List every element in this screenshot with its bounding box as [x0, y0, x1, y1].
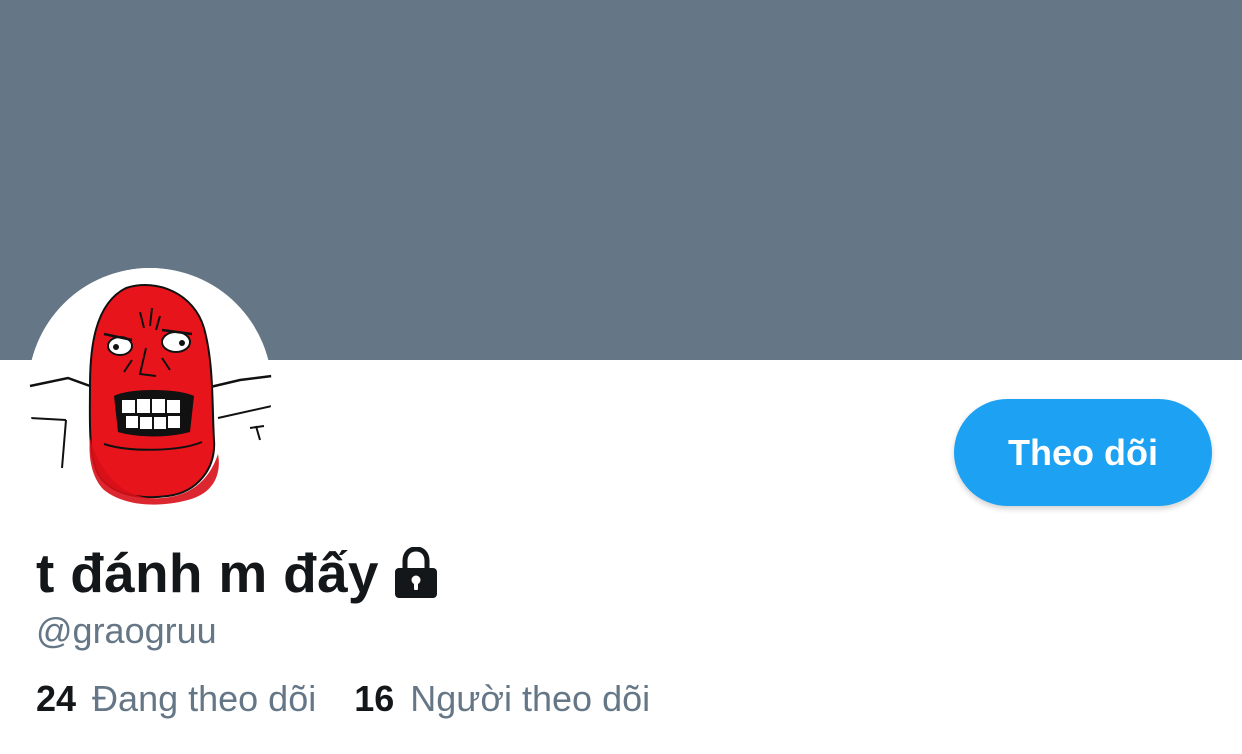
profile-stats: 24 Đang theo dõi 16 Người theo dõi [36, 678, 650, 720]
followers-label: Người theo dõi [410, 678, 651, 719]
profile-handle: @graogruu [36, 610, 217, 651]
rage-face-avatar [28, 268, 272, 512]
followers-stat[interactable]: 16 Người theo dõi [354, 678, 650, 720]
display-name-row: t đánh m đấy [36, 538, 439, 608]
following-count: 24 [36, 678, 77, 719]
follow-button[interactable]: Theo dõi [954, 399, 1212, 506]
display-name: t đánh m đấy [36, 542, 379, 604]
avatar[interactable] [28, 268, 272, 512]
following-label: Đang theo dõi [92, 678, 317, 719]
lock-icon [393, 547, 439, 599]
followers-count: 16 [354, 678, 395, 719]
following-stat[interactable]: 24 Đang theo dõi [36, 678, 316, 720]
profile-header: Theo dõi t đánh m đấy @graogruu 24 Đang … [0, 0, 1242, 754]
